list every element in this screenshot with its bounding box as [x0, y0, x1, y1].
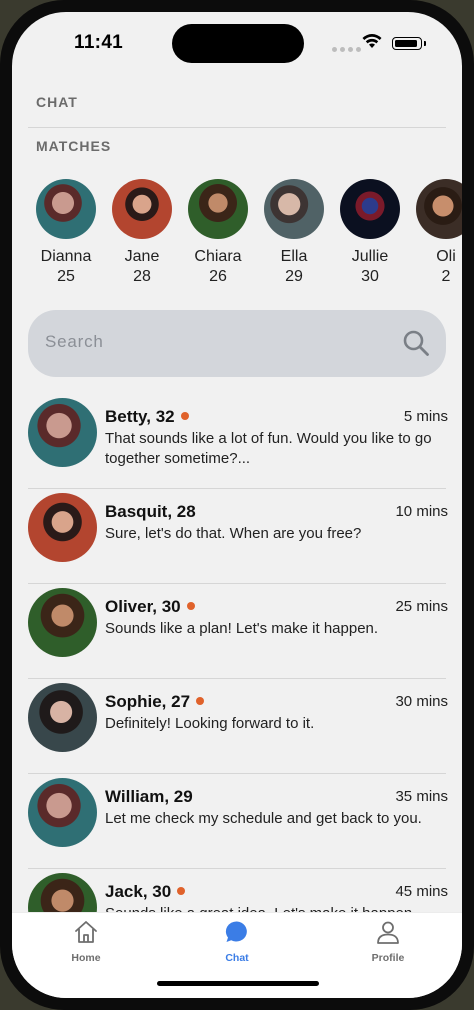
app-screen: 11:41 CHAT MATCHES Dianna 25 Jane 28 Chi… — [12, 12, 462, 998]
tab-home[interactable]: Home — [36, 919, 136, 964]
online-status-icon — [186, 602, 195, 610]
home-icon — [75, 921, 97, 943]
wifi-icon — [362, 34, 382, 48]
dynamic-island — [172, 24, 304, 63]
tab-label: Home — [71, 952, 101, 964]
chat-time: 30 mins — [395, 693, 448, 710]
avatar — [28, 588, 97, 657]
match-item[interactable]: Jane 28 — [104, 178, 180, 287]
online-status-icon — [196, 697, 205, 705]
search-placeholder: Search — [45, 332, 104, 351]
chat-name: Jack, 30 — [105, 882, 186, 902]
avatar — [28, 873, 97, 914]
chat-row[interactable]: William, 29 35 mins Let me check my sche… — [28, 774, 448, 869]
chat-message-preview: Sounds like a plan! Let's make it happen… — [105, 620, 379, 637]
match-age: 2 — [441, 268, 451, 285]
chat-message-preview: Definitely! Looking forward to it. — [105, 715, 315, 732]
match-item[interactable]: Ella 29 — [256, 178, 332, 287]
chat-time: 5 mins — [403, 408, 448, 425]
chat-time: 10 mins — [395, 503, 448, 520]
page-title: CHAT — [36, 94, 78, 110]
avatar — [36, 179, 96, 239]
match-item[interactable]: Chiara 26 — [180, 178, 256, 287]
matches-row[interactable]: Dianna 25 Jane 28 Chiara 26 Ella 29 Jull… — [28, 178, 462, 308]
match-age: 30 — [361, 268, 379, 285]
match-age: 25 — [57, 268, 75, 285]
online-status-icon — [177, 887, 186, 895]
battery-icon — [392, 37, 422, 50]
matches-title: MATCHES — [36, 138, 112, 154]
search-input[interactable]: Search — [28, 310, 446, 377]
tab-label: Profile — [371, 952, 405, 964]
battery-tip — [424, 41, 426, 46]
tab-label: Chat — [225, 952, 249, 964]
match-age: 28 — [133, 268, 151, 285]
avatar — [112, 179, 172, 239]
match-name: Oli — [436, 248, 456, 265]
match-name: Dianna — [40, 248, 92, 265]
chat-time: 25 mins — [395, 598, 448, 615]
chat-row[interactable]: Oliver, 30 25 mins Sounds like a plan! L… — [28, 584, 448, 679]
chat-name-text: Oliver, 30 — [105, 597, 181, 616]
chat-name-text: Jack, 30 — [105, 882, 172, 901]
chat-name-text: Basquit, 28 — [105, 502, 196, 521]
chat-row[interactable]: Betty, 32 5 mins That sounds like a lot … — [28, 394, 448, 489]
chat-name-text: William, 29 — [105, 787, 193, 806]
avatar — [264, 179, 324, 239]
home-indicator[interactable] — [157, 981, 319, 986]
avatar — [28, 398, 97, 467]
chat-row[interactable]: Jack, 30 45 mins Sounds like a great ide… — [28, 869, 448, 914]
chat-name: Betty, 32 — [105, 407, 189, 427]
match-name: Chiara — [194, 248, 242, 265]
avatar — [340, 179, 400, 239]
chat-name: Oliver, 30 — [105, 597, 195, 617]
chat-message-preview: Sure, let's do that. When are you free? — [105, 525, 362, 542]
avatar — [416, 179, 462, 239]
cellular-signal-icon — [332, 47, 361, 52]
match-name: Jane — [124, 248, 160, 265]
match-name: Ella — [280, 248, 308, 265]
match-item[interactable]: Jullie 30 — [332, 178, 408, 287]
chat-name: Sophie, 27 — [105, 692, 205, 712]
status-bar: 11:41 — [12, 12, 462, 74]
avatar — [188, 179, 248, 239]
chat-name: Basquit, 28 — [105, 502, 196, 522]
match-item[interactable]: Oli 2 — [408, 178, 462, 287]
match-age: 26 — [209, 268, 227, 285]
phone-frame: 11:41 CHAT MATCHES Dianna 25 Jane 28 Chi… — [0, 0, 474, 1010]
chat-message-preview: Let me check my schedule and get back to… — [105, 810, 422, 827]
chat-name-text: Sophie, 27 — [105, 692, 191, 711]
header-divider — [28, 127, 446, 128]
chat-time: 45 mins — [395, 883, 448, 900]
status-time: 11:41 — [74, 32, 124, 53]
match-item[interactable]: Dianna 25 — [28, 178, 104, 287]
chat-row[interactable]: Basquit, 28 10 mins Sure, let's do that.… — [28, 489, 448, 584]
tab-profile[interactable]: Profile — [338, 919, 438, 964]
search-icon[interactable] — [402, 329, 430, 357]
chat-time: 35 mins — [395, 788, 448, 805]
tab-chat[interactable]: Chat — [187, 919, 287, 964]
chat-name-text: Betty, 32 — [105, 407, 175, 426]
person-icon — [377, 921, 399, 944]
match-age: 29 — [285, 268, 303, 285]
chat-name: William, 29 — [105, 787, 193, 807]
chat-message-preview: That sounds like a lot of fun. Would you… — [105, 430, 432, 467]
chat-bubble-icon — [225, 921, 247, 942]
avatar — [28, 778, 97, 847]
avatar — [28, 683, 97, 752]
chat-row[interactable]: Sophie, 27 30 mins Definitely! Looking f… — [28, 679, 448, 774]
match-name: Jullie — [351, 248, 389, 265]
avatar — [28, 493, 97, 562]
online-status-icon — [180, 412, 189, 420]
chat-list: Betty, 32 5 mins That sounds like a lot … — [28, 394, 462, 914]
